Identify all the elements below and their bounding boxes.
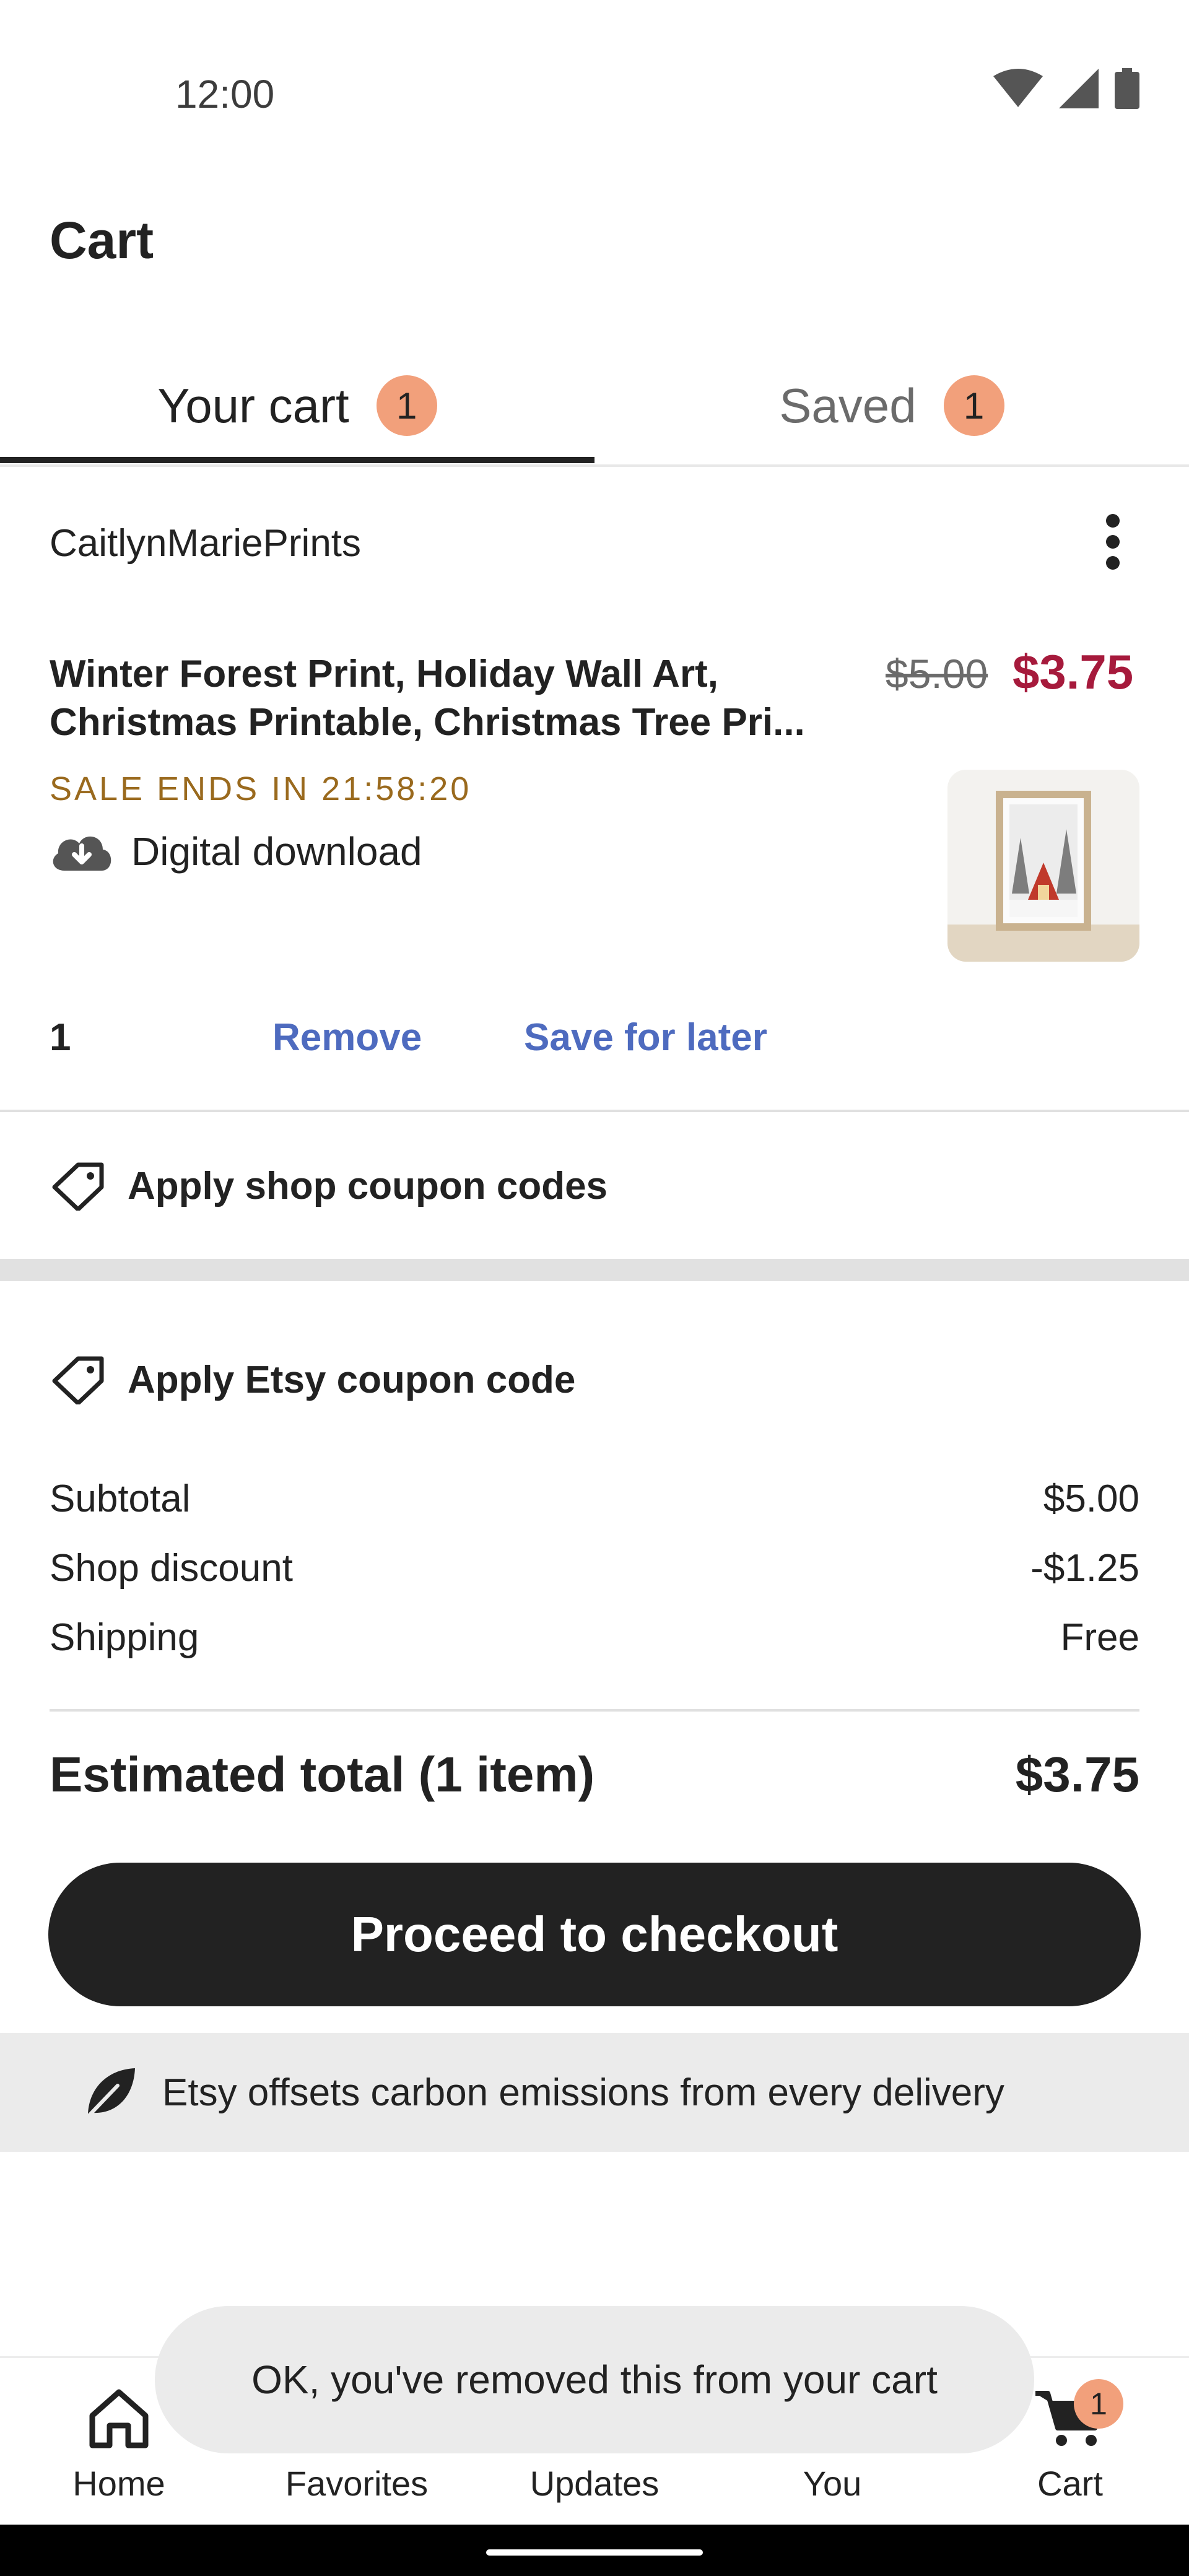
count-badge: 1 (943, 375, 1004, 436)
tab-saved[interactable]: Saved 1 (594, 347, 1189, 464)
section-separator (0, 1259, 1189, 1281)
apply-shop-coupon-button[interactable]: Apply shop coupon codes (50, 1161, 608, 1211)
quantity-value[interactable]: 1 (50, 1016, 71, 1060)
cart-count-badge: 1 (1074, 2379, 1123, 2429)
framed-print-image (947, 770, 1139, 962)
status-time: 12:00 (175, 72, 275, 116)
summary-row-shop-discount: Shop discount -$1.25 (50, 1546, 1139, 1590)
leaf-icon (87, 2068, 135, 2117)
nav-label: Favorites (285, 2464, 429, 2503)
tab-label: Saved (779, 378, 917, 433)
carbon-offset-banner: Etsy offsets carbon emissions from every… (0, 2033, 1189, 2152)
summary-label: Shipping (50, 1616, 199, 1659)
more-options-icon[interactable] (1106, 514, 1120, 570)
delivery-type-label: Digital download (131, 829, 422, 874)
item-thumbnail[interactable] (947, 770, 1139, 962)
home-indicator[interactable] (486, 2549, 703, 2556)
summary-value: Free (1060, 1616, 1139, 1659)
item-title-line: Winter Forest Print, Holiday Wall Art, (50, 653, 718, 695)
total-value: $3.75 (1015, 1747, 1139, 1802)
cart-tabs: Your cart 1 Saved 1 (0, 347, 1189, 467)
summary-row-shipping: Shipping Free (50, 1616, 1139, 1660)
summary-value: -$1.25 (1030, 1547, 1139, 1590)
tab-label: Your cart (157, 378, 349, 433)
nav-label: You (803, 2464, 862, 2503)
original-price: $5.00 (886, 651, 988, 697)
count-badge: 1 (376, 375, 437, 436)
sale-countdown: SALE ENDS IN 21:58:20 (50, 770, 472, 807)
apply-etsy-coupon-button[interactable]: Apply Etsy coupon code (50, 1355, 575, 1404)
signal-icon (1059, 69, 1099, 108)
divider (50, 1709, 1139, 1712)
sale-price: $3.75 (1013, 645, 1134, 699)
delivery-type: Digital download (50, 829, 422, 874)
tag-icon (52, 1162, 104, 1211)
estimated-total: Estimated total (1 item) $3.75 (50, 1746, 1139, 1803)
tag-icon (52, 1356, 104, 1404)
page-title: Cart (50, 211, 154, 269)
coupon-label: Apply Etsy coupon code (128, 1358, 576, 1401)
battery-icon (1115, 68, 1139, 109)
wifi-icon (993, 69, 1043, 107)
divider (0, 1110, 1189, 1112)
summary-label: Subtotal (50, 1477, 191, 1520)
save-for-later-button[interactable]: Save for later (524, 1016, 767, 1060)
nav-label: Cart (1037, 2464, 1103, 2503)
snackbar-toast: OK, you've removed this from your cart (155, 2306, 1034, 2453)
shop-name[interactable]: CaitlynMariePrints (50, 521, 361, 565)
proceed-to-checkout-button[interactable]: Proceed to checkout (48, 1863, 1141, 2006)
tab-your-cart[interactable]: Your cart 1 (0, 347, 594, 464)
summary-label: Shop discount (50, 1547, 293, 1590)
item-title[interactable]: Winter Forest Print, Holiday Wall Art, C… (50, 650, 842, 747)
coupon-label: Apply shop coupon codes (128, 1164, 608, 1208)
remove-button[interactable]: Remove (272, 1016, 422, 1060)
summary-value: $5.00 (1043, 1477, 1139, 1520)
home-icon (89, 2389, 149, 2448)
item-title-line: Christmas Printable, Christmas Tree Pri.… (50, 701, 805, 744)
active-tab-indicator (0, 457, 594, 463)
summary-row-subtotal: Subtotal $5.00 (50, 1477, 1139, 1521)
carbon-offset-text: Etsy offsets carbon emissions from every… (162, 2071, 1004, 2114)
status-icons (993, 68, 1139, 109)
total-label: Estimated total (1 item) (50, 1747, 595, 1802)
cloud-download-icon (53, 836, 111, 871)
nav-label: Updates (529, 2464, 660, 2503)
nav-label: Home (72, 2464, 165, 2503)
